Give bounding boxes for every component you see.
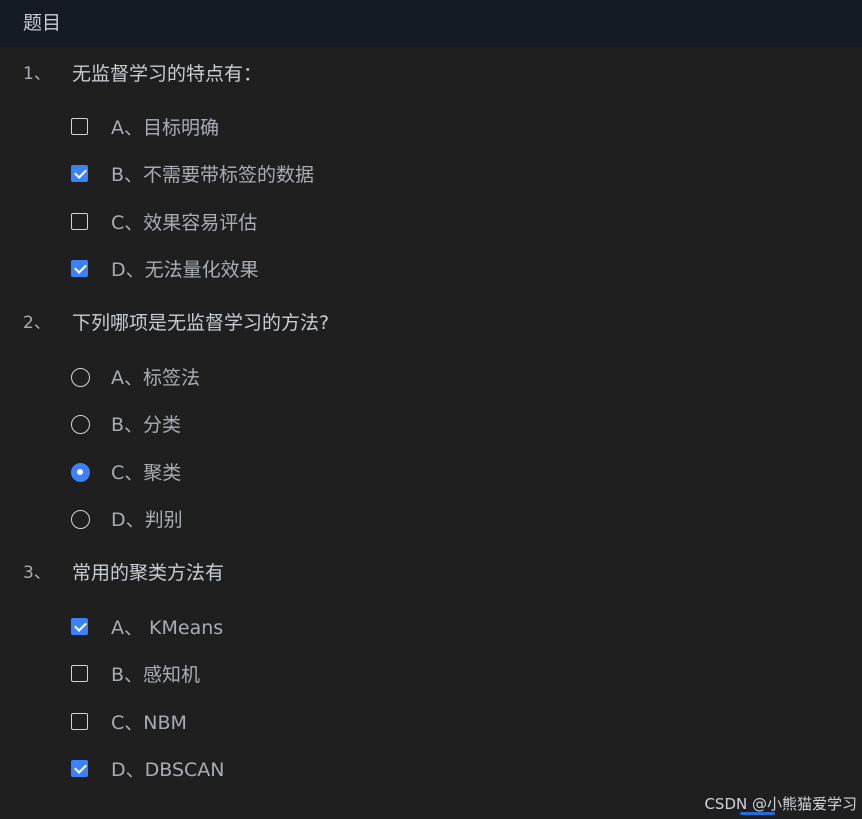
watermark: CSDN @小熊猫爱学习 xyxy=(704,795,857,813)
option-label: A、目标明确 xyxy=(111,117,219,139)
q3-option-d[interactable]: D、DBSCAN xyxy=(70,757,470,783)
q1-option-a[interactable]: A、目标明确 xyxy=(70,115,470,141)
q1-option-c[interactable]: C、效果容易评估 xyxy=(70,210,470,236)
question-text: 无监督学习的特点有： xyxy=(72,63,263,85)
checkbox-unchecked[interactable] xyxy=(71,713,88,730)
quiz-page: 题目 1、 无监督学习的特点有： A、目标明确 B、不需要带标签的数据 C、效果… xyxy=(0,0,862,819)
q3-option-c[interactable]: C、NBM xyxy=(70,710,470,736)
option-label: B、感知机 xyxy=(111,664,201,686)
q1-option-b[interactable]: B、不需要带标签的数据 xyxy=(70,162,470,188)
q2-option-c[interactable]: C、聚类 xyxy=(70,460,470,486)
option-label: A、标签法 xyxy=(111,367,200,389)
checkbox-checked[interactable] xyxy=(71,618,88,635)
radio-unselected[interactable] xyxy=(71,510,90,529)
option-label: B、不需要带标签的数据 xyxy=(111,164,315,186)
checkbox-unchecked[interactable] xyxy=(71,213,88,230)
checkbox-checked[interactable] xyxy=(71,165,88,182)
radio-unselected[interactable] xyxy=(71,415,90,434)
radio-selected[interactable] xyxy=(71,463,90,482)
checkbox-unchecked[interactable] xyxy=(71,118,88,135)
question-number: 3、 xyxy=(23,563,51,583)
option-label: C、NBM xyxy=(111,712,187,734)
option-label: D、判别 xyxy=(111,509,183,531)
q2-option-a[interactable]: A、标签法 xyxy=(70,365,470,391)
question-number: 2、 xyxy=(23,313,51,333)
header-bar: 题目 xyxy=(0,0,862,47)
q1-option-d[interactable]: D、无法量化效果 xyxy=(70,257,470,283)
option-label: C、聚类 xyxy=(111,462,182,484)
watermark-underline xyxy=(740,812,775,815)
question-text: 下列哪项是无监督学习的方法? xyxy=(72,312,330,334)
question-text: 常用的聚类方法有 xyxy=(72,562,225,584)
q3-option-a[interactable]: A、 KMeans xyxy=(70,615,470,641)
question-number: 1、 xyxy=(23,64,51,84)
option-label: D、无法量化效果 xyxy=(111,259,259,281)
option-label: C、效果容易评估 xyxy=(111,212,258,234)
q3-option-b[interactable]: B、感知机 xyxy=(70,662,470,688)
option-label: B、分类 xyxy=(111,414,182,436)
checkbox-checked[interactable] xyxy=(71,260,88,277)
q2-option-d[interactable]: D、判别 xyxy=(70,507,470,533)
option-label: D、DBSCAN xyxy=(111,759,225,781)
radio-unselected[interactable] xyxy=(71,368,90,387)
option-label: A、 KMeans xyxy=(111,617,224,639)
checkbox-unchecked[interactable] xyxy=(71,665,88,682)
checkbox-checked[interactable] xyxy=(71,760,88,777)
header-title: 题目 xyxy=(23,12,62,34)
q2-option-b[interactable]: B、分类 xyxy=(70,412,470,438)
